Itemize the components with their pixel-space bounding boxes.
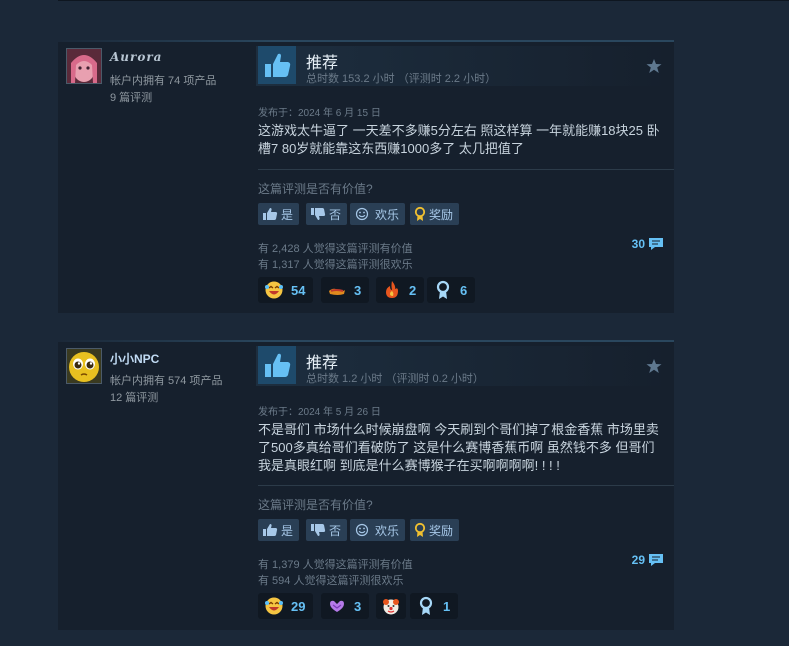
award-button[interactable]: 奖励 <box>410 519 460 541</box>
award-count: 1 <box>443 598 451 614</box>
comment-count: 30 <box>631 237 645 251</box>
review-card: 小小NPC 帐户内拥有 574 项产品 12 篇评测 推荐 总时数 1.2 小时… <box>58 340 674 630</box>
hotdog-icon <box>326 279 348 301</box>
thumbs-up-icon <box>258 46 296 84</box>
vote-no-label: 否 <box>329 523 342 538</box>
award-label: 奖励 <box>429 523 454 538</box>
avatar[interactable] <box>66 48 102 84</box>
vote-no-button[interactable]: 否 <box>306 203 348 225</box>
reviews-count[interactable]: 12 篇评测 <box>110 389 158 405</box>
playtime-hours: 总时数 153.2 小时 （评测时 2.2 小时） <box>306 73 497 85</box>
award-badge[interactable] <box>376 593 406 619</box>
playtime-hours: 总时数 1.2 小时 （评测时 0.2 小时） <box>306 373 484 385</box>
review-card: Aurora 帐户内拥有 74 项产品 9 篇评测 推荐 总时数 153.2 小… <box>58 40 674 313</box>
comments-link[interactable]: 30 <box>632 237 664 251</box>
avatar[interactable] <box>66 348 102 384</box>
review-content: 这游戏太牛逼了 一天差不多赚5分左右 照这样算 一年就能赚18块25 卧槽7 8… <box>258 123 660 156</box>
smiley-icon <box>355 523 369 537</box>
review-top-border <box>58 40 674 42</box>
award-badge[interactable]: 54 <box>258 277 314 303</box>
laughing-face-icon <box>263 595 285 617</box>
thumbs-up-icon <box>258 346 296 384</box>
laughing-face-icon <box>263 279 285 301</box>
review-header: 推荐 总时数 1.2 小时 （评测时 0.2 小时） <box>256 346 668 386</box>
award-count: 29 <box>291 598 306 614</box>
vote-yes-button[interactable]: 是 <box>258 203 300 225</box>
review-top-border <box>58 340 674 342</box>
vote-funny-button[interactable]: 欢乐 <box>350 519 406 541</box>
products-owned[interactable]: 帐户内拥有 74 项产品 <box>110 72 216 88</box>
award-ribbon-icon <box>414 522 426 537</box>
award-count: 6 <box>460 282 468 298</box>
award-badge[interactable]: 6 <box>427 277 476 303</box>
vote-no-label: 否 <box>329 207 342 222</box>
award-ribbon-icon <box>414 206 426 221</box>
vote-no-button[interactable]: 否 <box>306 519 348 541</box>
review-content: 不是哥们 市场什么时候崩盘啊 今天刷到个哥们掉了根金香蕉 市场里卖了500多真给… <box>258 422 659 473</box>
helpful-count: 有 1,379 人觉得这篇评测有价值 <box>258 559 413 571</box>
review-header: 推荐 总时数 153.2 小时 （评测时 2.2 小时） <box>256 46 668 86</box>
fire-icon <box>381 279 403 301</box>
divider <box>258 169 674 170</box>
helpful-question: 这篇评测是否有价值? <box>258 498 373 512</box>
posted-date: 发布于：2024 年 5 月 26 日 <box>258 407 381 418</box>
reviews-count[interactable]: 9 篇评测 <box>110 89 152 105</box>
award-count: 3 <box>354 598 362 614</box>
vote-yes-label: 是 <box>281 523 294 538</box>
vote-funny-label: 欢乐 <box>375 523 400 538</box>
vote-yes-button[interactable]: 是 <box>258 519 300 541</box>
thumbs-up-icon <box>263 208 278 220</box>
heart-hands-icon <box>326 595 348 617</box>
funny-count: 有 594 人觉得这篇评测很欢乐 <box>258 575 404 587</box>
star-icon[interactable] <box>646 358 662 374</box>
author-name[interactable]: Aurora <box>110 50 162 64</box>
comment-count: 29 <box>631 553 645 567</box>
award-badge[interactable]: 3 <box>321 277 370 303</box>
award-count: 2 <box>409 282 417 298</box>
products-owned[interactable]: 帐户内拥有 574 项产品 <box>110 372 222 388</box>
award-badge[interactable]: 2 <box>376 277 425 303</box>
award-badge[interactable]: 3 <box>321 593 370 619</box>
vote-funny-button[interactable]: 欢乐 <box>350 203 406 225</box>
divider <box>258 485 674 486</box>
funny-count: 有 1,317 人觉得这篇评测很欢乐 <box>258 259 413 271</box>
smiley-icon <box>355 207 369 221</box>
clown-face-icon <box>380 595 402 617</box>
top-divider <box>58 0 789 1</box>
award-button[interactable]: 奖励 <box>410 203 460 225</box>
comments-link[interactable]: 29 <box>632 553 664 567</box>
ribbon-icon <box>432 279 454 301</box>
award-badge[interactable]: 1 <box>410 593 459 619</box>
comment-bubble-icon <box>649 238 663 250</box>
ribbon-icon <box>415 595 437 617</box>
thumbs-up-icon <box>263 524 278 536</box>
vote-yes-label: 是 <box>281 207 294 222</box>
thumbs-down-icon <box>311 208 326 220</box>
vote-funny-label: 欢乐 <box>375 207 400 222</box>
award-count: 54 <box>291 282 306 298</box>
posted-date: 发布于：2024 年 6 月 15 日 <box>258 108 381 119</box>
helpful-count: 有 2,428 人觉得这篇评测有价值 <box>258 243 413 255</box>
award-count: 3 <box>354 282 362 298</box>
author-name[interactable]: 小小NPC <box>110 350 159 367</box>
comment-bubble-icon <box>649 554 663 566</box>
helpful-question: 这篇评测是否有价值? <box>258 182 373 196</box>
star-icon[interactable] <box>646 58 662 74</box>
thumbs-down-icon <box>311 524 326 536</box>
award-label: 奖励 <box>429 207 454 222</box>
award-badge[interactable]: 29 <box>258 593 314 619</box>
